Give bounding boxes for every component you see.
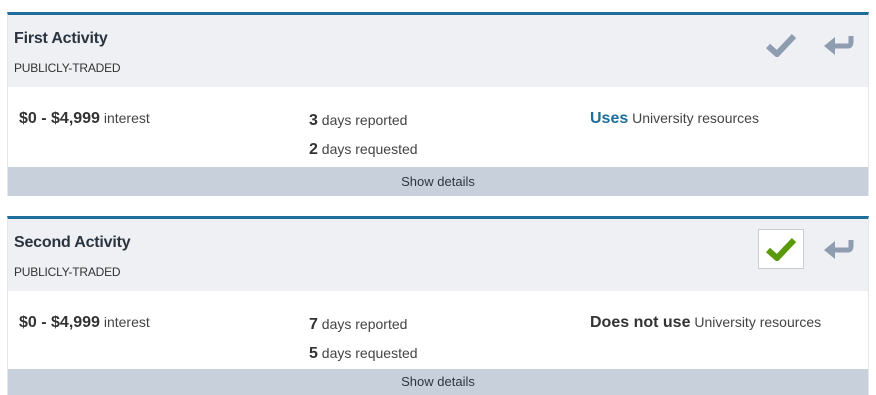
days-requested: 5 days requested xyxy=(309,345,418,362)
days-column: 3 days reported 2 days requested xyxy=(309,106,418,164)
interest-range: $0 - $4,999 xyxy=(19,314,100,331)
resources-usage: Uses xyxy=(590,110,629,127)
activity-actions xyxy=(758,25,858,65)
return-button[interactable] xyxy=(818,229,858,269)
show-details-button[interactable]: Show details xyxy=(8,369,868,395)
resources-usage: Does not use xyxy=(590,314,691,331)
days-requested: 2 days requested xyxy=(309,141,418,158)
return-button[interactable] xyxy=(818,25,858,65)
activity-title: First Activity xyxy=(14,30,108,47)
resources-label: University resources xyxy=(694,314,822,330)
resources-label: University resources xyxy=(632,110,759,126)
show-details-button[interactable]: Show details xyxy=(8,167,868,196)
activity-card-header: First Activity PUBLICLY-TRADED xyxy=(8,15,868,87)
activity-subtitle: PUBLICLY-TRADED xyxy=(14,61,121,75)
approve-button[interactable] xyxy=(758,229,804,269)
activity-summary-row: $0 - $4,999 interest 3 days reported 2 d… xyxy=(8,87,868,167)
activity-card-header: Second Activity PUBLICLY-TRADED xyxy=(8,219,868,291)
activity-summary-row: $0 - $4,999 interest 7 days reported 5 d… xyxy=(8,291,868,371)
interest-column: $0 - $4,999 interest xyxy=(19,104,150,133)
interest-label: interest xyxy=(103,110,150,126)
check-icon xyxy=(766,33,796,57)
activity-card-first: First Activity PUBLICLY-TRADED $0 - $4,9… xyxy=(7,12,869,196)
interest-range: $0 - $4,999 xyxy=(19,110,100,127)
activity-title: Second Activity xyxy=(14,234,131,251)
reply-arrow-icon xyxy=(824,240,854,259)
reply-arrow-icon xyxy=(824,36,854,55)
activity-actions xyxy=(758,229,858,269)
interest-column: $0 - $4,999 interest xyxy=(19,308,150,337)
days-reported: 7 days reported xyxy=(309,316,408,333)
approve-button[interactable] xyxy=(758,25,804,65)
activity-subtitle: PUBLICLY-TRADED xyxy=(14,265,121,279)
days-reported: 3 days reported xyxy=(309,112,408,129)
days-column: 7 days reported 5 days requested xyxy=(309,310,418,368)
resources-column: Does not use University resources xyxy=(590,308,821,337)
check-icon xyxy=(766,237,796,261)
activity-card-second: Second Activity PUBLICLY-TRADED $0 - $4,… xyxy=(7,216,869,395)
resources-column: Uses University resources xyxy=(590,104,759,133)
interest-label: interest xyxy=(103,314,150,330)
